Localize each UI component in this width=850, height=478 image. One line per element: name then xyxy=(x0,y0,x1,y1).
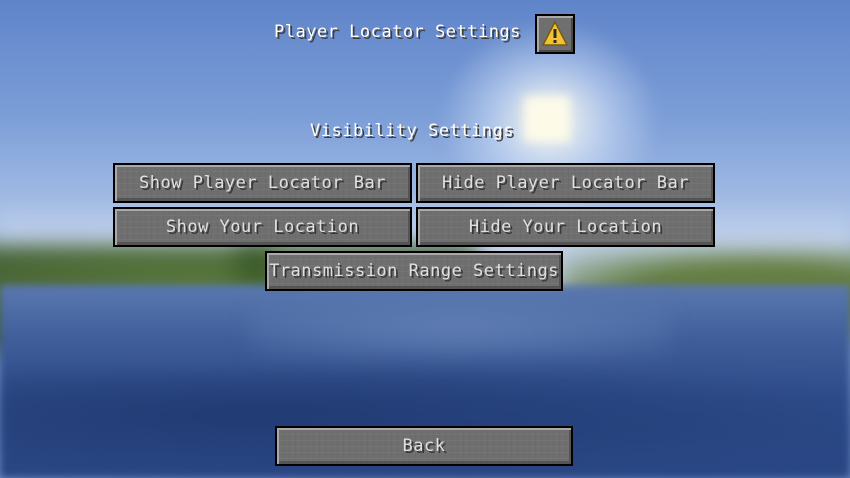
transmission-range-button[interactable]: Transmission Range Settings xyxy=(265,251,563,291)
water-reflection xyxy=(250,300,670,360)
show-location-button[interactable]: Show Your Location xyxy=(113,207,412,247)
hide-locator-bar-button[interactable]: Hide Player Locator Bar xyxy=(416,163,715,203)
hide-location-button[interactable]: Hide Your Location xyxy=(416,207,715,247)
show-locator-bar-button[interactable]: Show Player Locator Bar xyxy=(113,163,412,203)
back-button[interactable]: Back xyxy=(275,426,573,466)
warning-button[interactable] xyxy=(535,14,575,54)
page-title: Player Locator Settings xyxy=(274,22,521,42)
section-heading: Visibility Settings xyxy=(310,121,514,141)
warning-icon xyxy=(541,20,569,46)
